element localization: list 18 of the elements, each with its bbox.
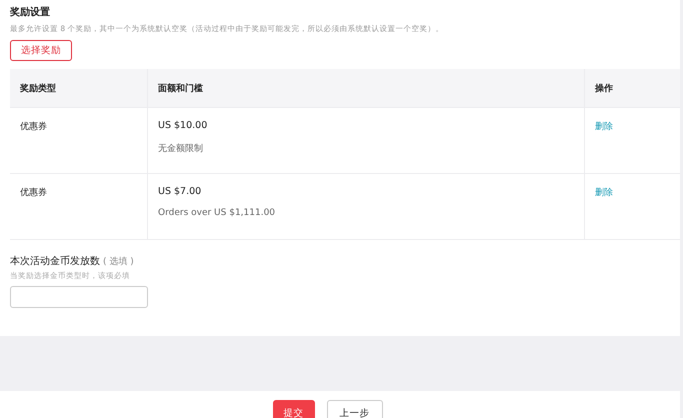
coin-count-field[interactable]: [10, 286, 148, 308]
amount-text: US $10.00: [158, 120, 208, 131]
table-cell: 优惠券: [10, 174, 148, 240]
field-label: 本次活动金币发放数: [10, 254, 100, 268]
column-header: 奖励类型: [10, 69, 148, 108]
submit-button[interactable]: 提交: [272, 400, 314, 418]
delete-link[interactable]: 删除: [595, 122, 613, 132]
select-reward-button[interactable]: 选择奖励: [10, 40, 72, 61]
threshold-text: Orders over US $1,111.00: [158, 208, 276, 218]
section-title: 奖励设置: [10, 6, 51, 20]
optional-note: ( 选填 ): [103, 256, 134, 268]
amount-text: US $7.00: [158, 186, 202, 197]
delete-link[interactable]: 删除: [595, 188, 613, 198]
column-header: 操作: [584, 69, 680, 108]
column-header: 面额和门槛: [148, 69, 584, 108]
threshold-text: 无金额限制: [158, 142, 204, 155]
back-button[interactable]: 上一步: [326, 400, 382, 418]
table-cell: 优惠券: [10, 108, 148, 174]
